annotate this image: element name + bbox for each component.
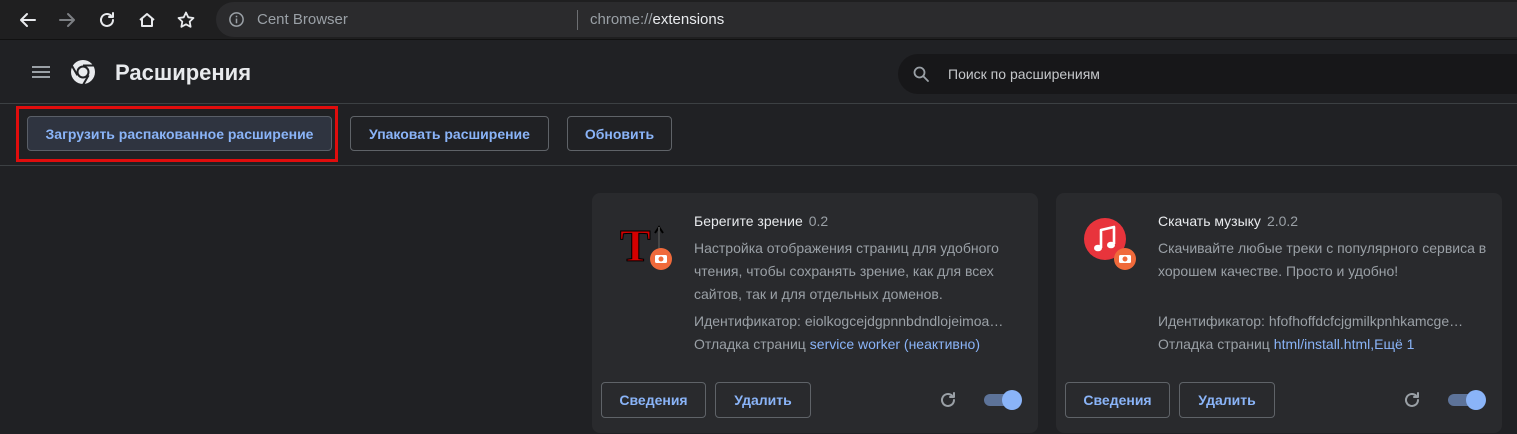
extension-id-label: Идентификатор: xyxy=(694,313,801,329)
pack-extension-button[interactable]: Упаковать расширение xyxy=(350,116,549,151)
back-button[interactable] xyxy=(14,6,42,34)
bookmark-button[interactable] xyxy=(172,6,200,34)
details-button[interactable]: Сведения xyxy=(601,382,706,418)
toggle-knob xyxy=(1466,390,1486,410)
inspect-views-link[interactable]: html/install.html,Ещё 1 xyxy=(1274,336,1415,352)
extension-version: 0.2 xyxy=(808,213,829,229)
address-separator xyxy=(577,10,578,30)
extension-id-label: Идентификатор: xyxy=(1158,313,1265,329)
extension-id-value: hfofhoffdcfcjgmilkpnhkamcge… xyxy=(1268,313,1464,329)
extensions-header: Расширения xyxy=(0,41,1517,104)
extension-title: Берегите зрение xyxy=(694,213,803,229)
extensions-list: T Берегите зрение 0.2 Настройка отображен… xyxy=(0,167,1517,434)
extension-description: Скачивайте любые треки с популярного сер… xyxy=(1158,240,1487,279)
text-size-icon: T xyxy=(620,220,672,271)
music-note-icon xyxy=(1084,218,1136,270)
details-button[interactable]: Сведения xyxy=(1065,382,1170,418)
url-scheme: chrome:// xyxy=(590,11,653,28)
search-input[interactable] xyxy=(948,63,1488,85)
menu-icon[interactable] xyxy=(30,63,52,81)
inspect-views: Отладка страниц html/install.html,Ещё 1 xyxy=(1158,336,1414,352)
inspect-views-label: Отладка страниц xyxy=(1158,336,1270,352)
site-name: Cent Browser xyxy=(257,11,348,28)
browser-toolbar: Cent Browser chrome://extensions xyxy=(0,0,1517,40)
search-box[interactable] xyxy=(898,54,1517,94)
home-icon xyxy=(139,13,155,27)
star-icon xyxy=(177,11,195,28)
search-icon xyxy=(913,66,929,82)
reload-icon[interactable] xyxy=(938,390,958,410)
remove-button[interactable]: Удалить xyxy=(1179,382,1275,418)
remove-button[interactable]: Удалить xyxy=(715,382,811,418)
url-host: extensions xyxy=(652,11,725,28)
extension-id-value: eiolkogcejdgpnnbdndlojeimoa… xyxy=(804,313,1004,329)
extension-description: Настройка отображения страниц для удобно… xyxy=(694,240,999,302)
reload-button[interactable] xyxy=(93,6,121,34)
arrow-left-icon xyxy=(20,13,36,27)
enable-toggle[interactable] xyxy=(1448,390,1486,410)
extension-title: Скачать музыку xyxy=(1158,213,1261,229)
home-button[interactable] xyxy=(133,6,161,34)
inspect-views-label: Отладка страниц xyxy=(694,336,806,352)
inspect-views: Отладка страниц service worker (неактивно… xyxy=(694,336,980,352)
update-button[interactable]: Обновить xyxy=(567,116,672,151)
extension-name: Скачать музыку 2.0.2 xyxy=(1158,213,1298,229)
chrome-logo-icon xyxy=(71,60,95,86)
arrow-right-icon xyxy=(59,13,75,27)
page-title: Расширения xyxy=(115,60,252,85)
extension-card: T Берегите зрение 0.2 Настройка отображен… xyxy=(592,193,1038,433)
extension-card: Скачать музыку 2.0.2 Скачивайте любые тре… xyxy=(1056,193,1502,433)
svg-text:T: T xyxy=(620,220,651,271)
extension-id: Идентификатор: eiolkogcejdgpnnbdndlojeim… xyxy=(694,313,1024,329)
extension-id: Идентификатор: hfofhoffdcfcjgmilkpnhkamc… xyxy=(1158,313,1488,329)
toggle-knob xyxy=(1002,390,1022,410)
enable-toggle[interactable] xyxy=(984,390,1022,410)
inspect-views-link[interactable]: service worker (неактивно) xyxy=(810,336,980,352)
extension-version: 2.0.2 xyxy=(1266,213,1299,229)
forward-button[interactable] xyxy=(53,6,81,34)
load-unpacked-button[interactable]: Загрузить распакованное расширение xyxy=(27,116,332,151)
extension-name: Берегите зрение 0.2 xyxy=(694,213,828,229)
url-text[interactable]: chrome://extensions xyxy=(590,11,724,28)
reload-icon[interactable] xyxy=(1402,390,1422,410)
address-bar[interactable]: Cent Browser chrome://extensions xyxy=(216,2,1517,37)
reload-icon xyxy=(100,12,114,27)
info-icon[interactable] xyxy=(228,11,245,28)
developer-toolbar: Загрузить распакованное расширение Упако… xyxy=(0,104,1517,166)
